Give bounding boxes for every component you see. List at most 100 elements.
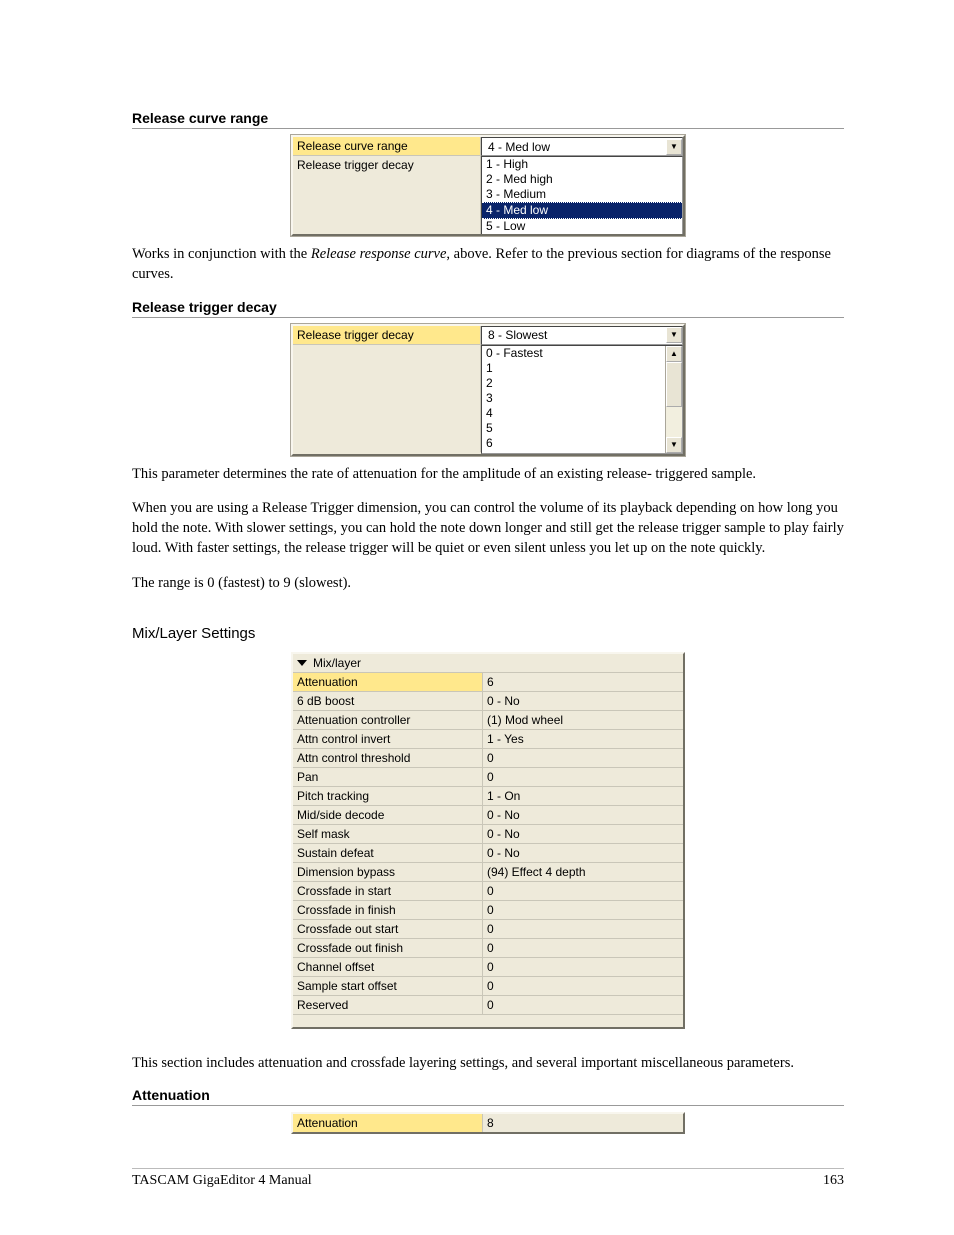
- param-label: Sustain defeat: [293, 844, 483, 863]
- param-value[interactable]: 0 - No: [483, 806, 683, 825]
- param-value[interactable]: 0 - No: [483, 825, 683, 844]
- option-1[interactable]: 1: [482, 361, 666, 376]
- table-row: Crossfade out start0: [293, 920, 683, 939]
- param-label: Sample start offset: [293, 977, 483, 996]
- param-value[interactable]: 1 - On: [483, 787, 683, 806]
- paragraph-trigger-decay-3: The range is 0 (fastest) to 9 (slowest).: [132, 573, 844, 593]
- scrollbar[interactable]: ▲ ▼: [665, 346, 682, 453]
- footer-page-number: 163: [823, 1173, 844, 1189]
- param-release-trigger-decay-label-2: Release trigger decay: [293, 326, 481, 345]
- dropdown-arrow-icon[interactable]: ▼: [666, 327, 682, 343]
- param-value[interactable]: 0: [483, 882, 683, 901]
- param-release-trigger-decay-label: Release trigger decay: [293, 156, 481, 234]
- dropdown-release-curve-range-list[interactable]: 1 - High 2 - Med high 3 - Medium 4 - Med…: [481, 156, 683, 234]
- param-value[interactable]: 0: [483, 996, 683, 1015]
- empty-label: [293, 345, 481, 452]
- panel-release-trigger-decay: Release trigger decay 8 - Slowest ▼ 0 - …: [291, 324, 685, 456]
- table-row: Pan0: [293, 768, 683, 787]
- param-label: Attenuation controller: [293, 711, 483, 730]
- param-label: Mid/side decode: [293, 806, 483, 825]
- param-attenuation-label: Attenuation: [293, 1114, 483, 1132]
- option-2-med-high[interactable]: 2 - Med high: [482, 172, 682, 187]
- table-row: Attn control invert1 - Yes: [293, 730, 683, 749]
- scroll-thumb[interactable]: [666, 362, 682, 407]
- panel-release-curve-range: Release curve range 4 - Med low ▼ Releas…: [291, 135, 685, 236]
- param-label: 6 dB boost: [293, 692, 483, 711]
- option-4[interactable]: 4: [482, 406, 666, 421]
- param-value[interactable]: 0: [483, 939, 683, 958]
- param-value[interactable]: (1) Mod wheel: [483, 711, 683, 730]
- param-attenuation-value[interactable]: 8: [483, 1114, 683, 1132]
- option-6[interactable]: 6: [482, 436, 666, 451]
- scroll-track[interactable]: [666, 362, 682, 437]
- param-value[interactable]: 0 - No: [483, 692, 683, 711]
- param-value[interactable]: 0: [483, 977, 683, 996]
- option-0-fastest[interactable]: 0 - Fastest: [482, 346, 666, 361]
- scroll-up-icon[interactable]: ▲: [666, 346, 682, 362]
- option-5[interactable]: 5: [482, 421, 666, 436]
- paragraph-trigger-decay-1: This parameter determines the rate of at…: [132, 464, 844, 484]
- param-label: Attenuation: [293, 673, 483, 692]
- param-value[interactable]: 1 - Yes: [483, 730, 683, 749]
- param-label: Crossfade in finish: [293, 901, 483, 920]
- table-row: Self mask0 - No: [293, 825, 683, 844]
- param-label: Pan: [293, 768, 483, 787]
- param-value[interactable]: 0: [483, 958, 683, 977]
- table-row: Crossfade in start0: [293, 882, 683, 901]
- table-row: 6 dB boost0 - No: [293, 692, 683, 711]
- scroll-down-icon[interactable]: ▼: [666, 437, 682, 453]
- param-label: Attn control threshold: [293, 749, 483, 768]
- mix-layer-header-label: Mix/layer: [313, 656, 361, 670]
- heading-release-curve-range: Release curve range: [132, 110, 844, 129]
- dropdown-release-curve-range[interactable]: 4 - Med low ▼: [481, 137, 683, 156]
- param-value[interactable]: 0: [483, 749, 683, 768]
- param-value[interactable]: 0 - No: [483, 844, 683, 863]
- heading-mix-layer-settings: Mix/Layer Settings: [132, 625, 844, 642]
- mix-layer-collapse-header[interactable]: Mix/layer: [293, 654, 683, 673]
- param-label: Channel offset: [293, 958, 483, 977]
- param-value[interactable]: 0: [483, 901, 683, 920]
- table-row: Sustain defeat0 - No: [293, 844, 683, 863]
- table-row: Channel offset0: [293, 958, 683, 977]
- param-release-curve-range-label: Release curve range: [293, 137, 481, 156]
- heading-release-trigger-decay: Release trigger decay: [132, 299, 844, 318]
- param-value[interactable]: 6: [483, 673, 683, 692]
- option-1-high[interactable]: 1 - High: [482, 157, 682, 172]
- option-3-medium[interactable]: 3 - Medium: [482, 187, 682, 202]
- dropdown-release-curve-range-value: 4 - Med low: [482, 139, 666, 155]
- paragraph-release-curve-range: Works in conjunction with the Release re…: [132, 244, 844, 285]
- option-5-low[interactable]: 5 - Low: [482, 219, 682, 234]
- param-value[interactable]: 0: [483, 920, 683, 939]
- param-label: Crossfade out start: [293, 920, 483, 939]
- table-row: Crossfade in finish0: [293, 901, 683, 920]
- table-row: Dimension bypass(94) Effect 4 depth: [293, 863, 683, 882]
- dropdown-release-trigger-decay[interactable]: 8 - Slowest ▼: [481, 326, 683, 345]
- panel-attenuation: Attenuation 8: [291, 1112, 685, 1134]
- param-label: Crossfade in start: [293, 882, 483, 901]
- table-row: Sample start offset0: [293, 977, 683, 996]
- table-row: Crossfade out finish0: [293, 939, 683, 958]
- table-row: Attenuation controller(1) Mod wheel: [293, 711, 683, 730]
- param-label: Attn control invert: [293, 730, 483, 749]
- option-4-med-low[interactable]: 4 - Med low: [482, 202, 682, 219]
- page-footer: TASCAM GigaEditor 4 Manual 163: [132, 1168, 844, 1189]
- panel-mix-layer: Mix/layer Attenuation66 dB boost0 - NoAt…: [291, 652, 685, 1029]
- param-label: Dimension bypass: [293, 863, 483, 882]
- param-label: Pitch tracking: [293, 787, 483, 806]
- paragraph-trigger-decay-2: When you are using a Release Trigger dim…: [132, 498, 844, 559]
- paragraph-mix-layer: This section includes attenuation and cr…: [132, 1053, 844, 1073]
- param-label: Reserved: [293, 996, 483, 1015]
- table-row: Mid/side decode0 - No: [293, 806, 683, 825]
- option-3[interactable]: 3: [482, 391, 666, 406]
- dropdown-arrow-icon[interactable]: ▼: [666, 139, 682, 155]
- footer-manual-title: TASCAM GigaEditor 4 Manual: [132, 1173, 312, 1189]
- param-value[interactable]: 0: [483, 768, 683, 787]
- table-row: Reserved0: [293, 996, 683, 1015]
- heading-attenuation: Attenuation: [132, 1087, 844, 1106]
- option-2[interactable]: 2: [482, 376, 666, 391]
- table-row: Attn control threshold0: [293, 749, 683, 768]
- dropdown-release-trigger-decay-list[interactable]: 0 - Fastest 1 2 3 4 5 6 ▲ ▼: [481, 345, 683, 454]
- param-value[interactable]: (94) Effect 4 depth: [483, 863, 683, 882]
- param-label: Crossfade out finish: [293, 939, 483, 958]
- table-row: Attenuation6: [293, 673, 683, 692]
